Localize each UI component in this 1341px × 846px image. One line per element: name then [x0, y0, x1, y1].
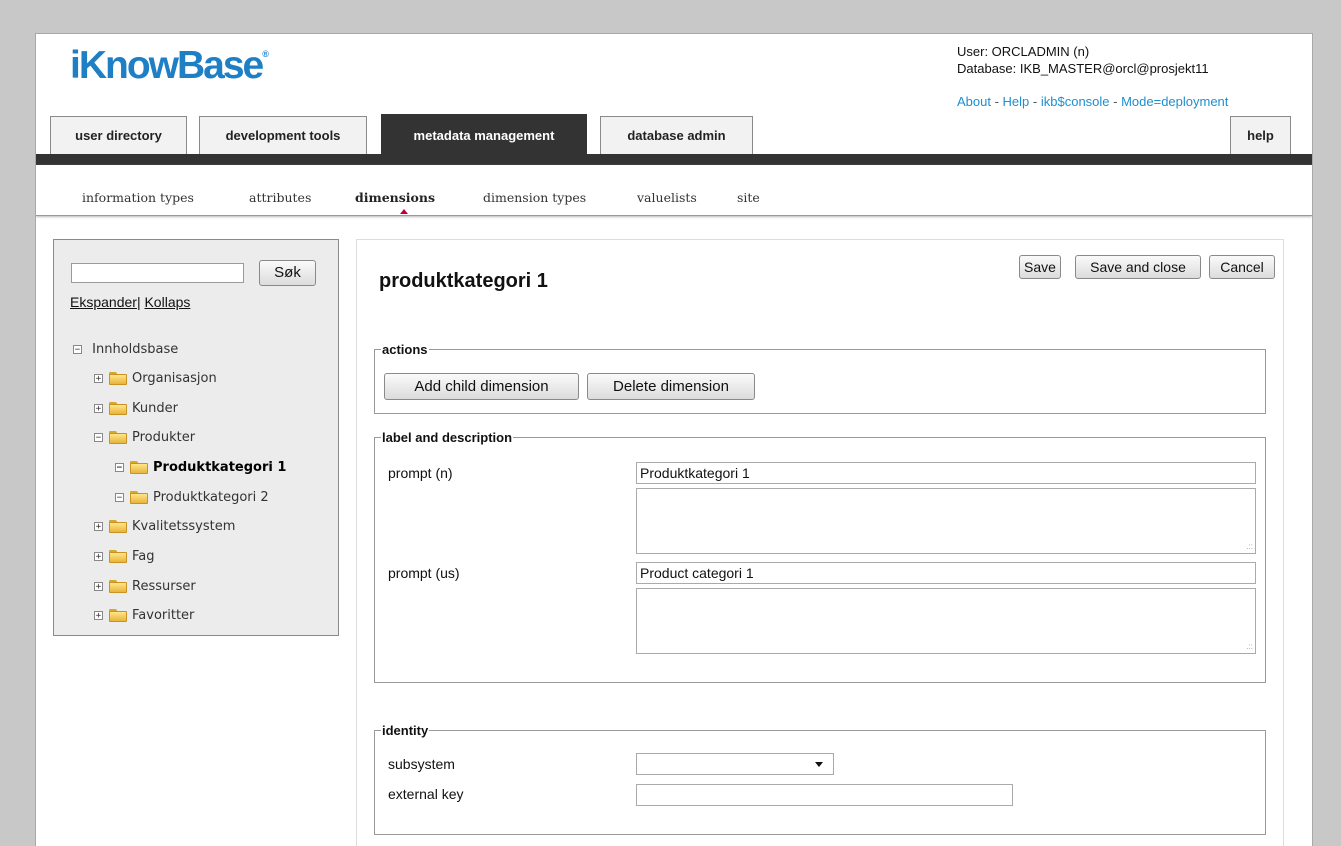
dimension-editor-panel: produktkategori 1 Save Save and close Ca… [356, 239, 1284, 846]
folder-icon [109, 550, 127, 563]
folder-icon [109, 580, 127, 593]
expand-collapse-links: Ekspander| Kollaps [70, 294, 191, 310]
user-line: User: ORCLADMIN (n) [957, 44, 1090, 59]
subsystem-select[interactable] [636, 753, 834, 775]
prompt-n-field[interactable]: Produktkategori 1 [636, 462, 1256, 484]
collapse-toggle-icon[interactable]: − [115, 463, 124, 473]
expand-toggle-icon[interactable]: + [94, 522, 103, 532]
prompt-us-label: prompt (us) [388, 565, 460, 581]
tree-node-innholdsbase[interactable]: − Innholdsbase [73, 341, 178, 359]
expand-toggle-icon[interactable]: + [94, 404, 103, 414]
search-button[interactable]: Søk [259, 260, 316, 286]
tab-bar-divider [36, 154, 1312, 165]
active-subnav-caret-icon [400, 209, 408, 214]
collapse-toggle-icon[interactable]: − [94, 433, 103, 443]
folder-icon [109, 372, 127, 385]
dimension-tree-panel: Søk Ekspander| Kollaps − Innholdsbase + O… [53, 239, 339, 636]
page-container: iKnowBase® User: ORCLADMIN (n) Database:… [35, 33, 1313, 846]
actions-legend: actions [382, 342, 428, 357]
tab-database-admin[interactable]: database admin [600, 116, 753, 154]
expand-link[interactable]: Ekspander [70, 294, 137, 310]
subnav-site[interactable]: site [737, 190, 760, 205]
tab-metadata-management[interactable]: metadata management [381, 114, 587, 156]
tree-node-organisasjon[interactable]: + Organisasjon [94, 370, 217, 388]
prompt-n-label: prompt (n) [388, 465, 453, 481]
prompt-n-description-textarea[interactable]: .:: [636, 488, 1256, 554]
sub-navigation: information types attributes dimensions … [36, 165, 1312, 216]
folder-icon [109, 402, 127, 415]
label-description-legend: label and description [382, 430, 513, 445]
subnav-information-types[interactable]: information types [82, 190, 194, 205]
subnav-dimension-types[interactable]: dimension types [483, 190, 586, 205]
tree-node-kvalitetssystem[interactable]: + Kvalitetssystem [94, 518, 235, 536]
tree-node-produkter[interactable]: − Produkter [94, 429, 195, 447]
identity-fieldset: identity [374, 723, 1266, 835]
tree-node-kunder[interactable]: + Kunder [94, 400, 178, 418]
tab-development-tools[interactable]: development tools [199, 116, 367, 154]
about-link[interactable]: About [957, 94, 991, 109]
prompt-us-description-textarea[interactable]: .:: [636, 588, 1256, 654]
tree-node-ressurser[interactable]: + Ressurser [94, 578, 196, 596]
subnav-dimensions[interactable]: dimensions [355, 190, 435, 205]
tree-search-input[interactable] [71, 263, 244, 283]
save-and-close-button[interactable]: Save and close [1075, 255, 1201, 279]
delete-dimension-button[interactable]: Delete dimension [587, 373, 755, 400]
external-key-label: external key [388, 786, 464, 802]
prompt-us-field[interactable]: Product categori 1 [636, 562, 1256, 584]
expand-toggle-icon[interactable]: + [94, 611, 103, 621]
external-key-field[interactable] [636, 784, 1013, 806]
folder-icon [130, 491, 148, 504]
tree-node-favoritter[interactable]: + Favoritter [94, 607, 194, 625]
collapse-link[interactable]: Kollaps [144, 294, 190, 310]
collapse-toggle-icon[interactable]: − [115, 493, 124, 503]
collapse-toggle-icon[interactable]: − [73, 345, 82, 355]
tab-user-directory[interactable]: user directory [50, 116, 187, 154]
folder-icon [130, 461, 148, 474]
add-child-dimension-button[interactable]: Add child dimension [384, 373, 579, 400]
resize-grip-icon[interactable]: .:: [1246, 543, 1253, 551]
database-line: Database: IKB_MASTER@orcl@prosjekt11 [957, 61, 1209, 76]
chevron-down-icon [815, 762, 823, 767]
header-links: About - Help - ikb$console - Mode=deploy… [957, 94, 1229, 109]
folder-icon [109, 431, 127, 444]
iknowbase-logo: iKnowBase® [70, 44, 269, 87]
subsystem-label: subsystem [388, 756, 455, 772]
user-info: User: ORCLADMIN (n) Database: IKB_MASTER… [957, 43, 1209, 77]
expand-toggle-icon[interactable]: + [94, 374, 103, 384]
page-title: produktkategori 1 [379, 270, 548, 292]
tree-node-produktkategori-2[interactable]: − Produktkategori 2 [115, 489, 269, 507]
subnav-valuelists[interactable]: valuelists [637, 190, 697, 205]
folder-icon [109, 520, 127, 533]
expand-toggle-icon[interactable]: + [94, 582, 103, 592]
help-link[interactable]: Help [1003, 94, 1030, 109]
tree-node-fag[interactable]: + Fag [94, 548, 155, 566]
expand-toggle-icon[interactable]: + [94, 552, 103, 562]
mode-link[interactable]: Mode=deployment [1121, 94, 1228, 109]
subnav-attributes[interactable]: attributes [249, 190, 311, 205]
tree-node-produktkategori-1[interactable]: − Produktkategori 1 [115, 459, 286, 477]
resize-grip-icon[interactable]: .:: [1246, 643, 1253, 651]
cancel-button[interactable]: Cancel [1209, 255, 1275, 279]
save-button[interactable]: Save [1019, 255, 1061, 279]
console-link[interactable]: ikb$console [1041, 94, 1110, 109]
folder-icon [109, 609, 127, 622]
tab-help[interactable]: help [1230, 116, 1291, 154]
identity-legend: identity [382, 723, 429, 738]
